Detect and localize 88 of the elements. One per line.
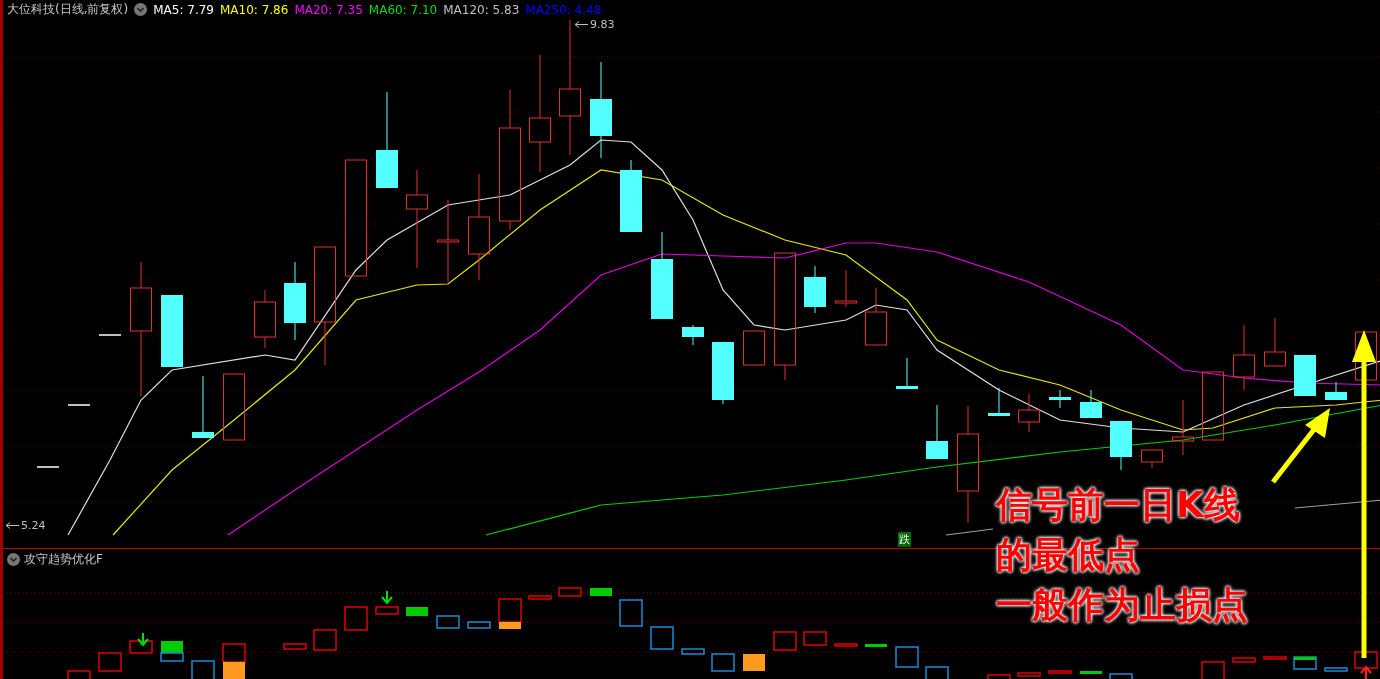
arrow-icon: [381, 590, 393, 605]
indicator-bar: [650, 626, 674, 650]
indicator-bar: [773, 631, 797, 651]
candlestick: [1294, 354, 1316, 397]
indicator-bar: [161, 641, 183, 653]
moving-average-value: MA120: 5.83: [443, 2, 520, 17]
candlestick: [1080, 389, 1102, 419]
indicator-bar: [223, 662, 245, 679]
indicator-bar: [1232, 657, 1256, 663]
candlestick: [36, 466, 60, 468]
indicator-bar: [1080, 671, 1102, 674]
indicator-bar: [619, 599, 643, 627]
candlestick: [1355, 331, 1377, 381]
moving-average-value: MA60: 7.10: [368, 2, 438, 17]
price-low-label: 5.24: [21, 519, 46, 532]
candlestick: [1264, 317, 1286, 367]
signal-badge: 跌: [898, 532, 911, 547]
indicator-bar: [558, 587, 582, 597]
indicator-bar: [129, 640, 153, 654]
candlestick: [192, 375, 214, 439]
candlestick: [1110, 420, 1132, 471]
indicator-bar: [711, 653, 735, 672]
price-high-label: 9.83: [590, 18, 615, 31]
candlestick: [223, 373, 245, 441]
candlestick: [804, 265, 826, 314]
indicator-bar: [834, 643, 858, 647]
indicator-bar: [590, 588, 612, 596]
annotation-text: 一般作为止损点: [996, 583, 1248, 627]
indicator-bar: [222, 643, 246, 663]
candlestick: [1141, 449, 1163, 469]
indicator-bar: [283, 643, 307, 650]
indicator-bar: [925, 666, 949, 679]
indicator-bar: [98, 652, 122, 672]
candlestick: [1202, 371, 1224, 441]
candlestick: [865, 287, 887, 346]
indicator-bar: [1263, 656, 1287, 660]
candlestick: [1325, 381, 1347, 401]
candlestick: [682, 324, 704, 346]
indicator-bar: [528, 595, 552, 600]
indicator-bar: [1354, 651, 1378, 669]
moving-average-value: MA250: 4.48: [525, 2, 602, 17]
candlestick: [1018, 393, 1040, 433]
candlestick: [743, 330, 765, 366]
candlestick: [835, 269, 857, 308]
candlestick: [926, 404, 948, 460]
indicator-bar: [160, 652, 184, 662]
dropdown-icon[interactable]: [134, 3, 148, 16]
indicator-bar: [1201, 661, 1225, 679]
moving-average-value: MA5: 7.79: [153, 2, 214, 17]
indicator-bar: [1324, 667, 1348, 672]
candlestick: [98, 334, 122, 336]
indicator-bar: [67, 670, 91, 679]
chart-title: 大位科技(日线,前复权): [7, 1, 129, 18]
indicator-bar: [803, 631, 827, 646]
candlestick: [67, 404, 91, 406]
arrow-icon: [1349, 330, 1379, 660]
moving-average-value: MA10: 7.86: [219, 2, 289, 17]
indicator-bar: [895, 646, 919, 668]
candlestick: [1049, 389, 1071, 409]
indicator-bar: [987, 674, 1011, 679]
indicator-bar: [406, 607, 428, 616]
indicator-bar: [344, 606, 368, 631]
indicator-bar: [313, 629, 337, 651]
annotation-text: 信号前一日K线: [996, 483, 1240, 527]
indicator-bar: [1017, 672, 1041, 677]
arrow-icon: [137, 632, 149, 647]
indicator-bar: [1048, 670, 1072, 674]
candlestick: [254, 289, 276, 349]
candlestick: [988, 387, 1010, 417]
arrow-icon: [1360, 665, 1372, 679]
indicator-bar: [865, 644, 887, 647]
indicator-bar: [467, 621, 491, 629]
indicator-title: 攻守趋势优化F: [24, 551, 103, 568]
indicator-bar: [681, 648, 705, 655]
candlestick: [1172, 399, 1194, 456]
indicator-bar: [1109, 673, 1133, 679]
candlestick: [1233, 324, 1255, 391]
indicator-bar: [436, 615, 460, 629]
moving-average-value: MA20: 7.35: [294, 2, 363, 17]
candlestick: [896, 357, 918, 390]
dropdown-icon[interactable]: [7, 553, 20, 566]
arrow-icon: [1271, 408, 1330, 484]
arrow-icon: [574, 21, 588, 28]
arrow-icon: [5, 522, 19, 529]
indicator-bar: [375, 606, 399, 615]
indicator-bar: [743, 654, 765, 671]
indicator-bar: [191, 660, 215, 679]
candlestick: [712, 341, 734, 405]
